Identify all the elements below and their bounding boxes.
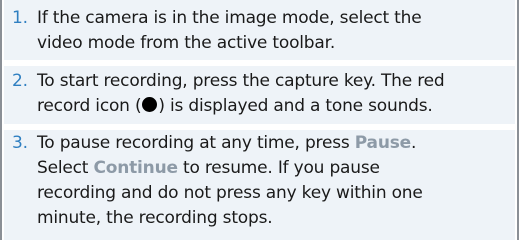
step-text-segment: To pause recording at any time, press: [37, 133, 355, 153]
step-line: minute, the recording stops.: [37, 208, 273, 228]
step-number: 3.: [12, 133, 28, 153]
step-line: To start recording, press the capture ke…: [37, 71, 445, 91]
step-text-segment: ) is displayed and a tone sounds.: [158, 96, 433, 116]
step-text-segment: .: [410, 133, 417, 153]
step-line: Select Continue to resume. If you pause: [37, 156, 509, 181]
step-text: If the camera is in the image mode, sele…: [37, 6, 509, 56]
step-item-2: 2. To start recording, press the capture…: [4, 66, 515, 124]
instruction-frame: 1. If the camera is in the image mode, s…: [0, 0, 519, 240]
step-item-3: 3. To pause recording at any time, press…: [4, 130, 515, 240]
step-line: recording and do not press any key withi…: [37, 183, 423, 203]
step-text: To start recording, press the capture ke…: [37, 69, 509, 119]
step-text: To pause recording at any time, press Pa…: [37, 131, 509, 231]
step-item-1: 1. If the camera is in the image mode, s…: [4, 0, 515, 60]
step-text-segment: Select: [37, 158, 94, 178]
pause-key-label: Pause: [354, 133, 411, 153]
step-number: 1.: [12, 8, 28, 28]
step-line: video mode from the active toolbar.: [37, 33, 336, 53]
step-line: If the camera is in the image mode, sele…: [37, 8, 422, 28]
step-number: 2.: [12, 71, 28, 91]
step-line: record icon ( ) is displayed and a tone s…: [37, 94, 509, 119]
record-icon: [142, 97, 158, 112]
step-text-segment: to resume. If you pause: [177, 158, 380, 178]
step-text-segment: record icon (: [37, 96, 142, 116]
continue-key-label: Continue: [93, 158, 178, 178]
step-line: To pause recording at any time, press Pa…: [37, 131, 509, 156]
